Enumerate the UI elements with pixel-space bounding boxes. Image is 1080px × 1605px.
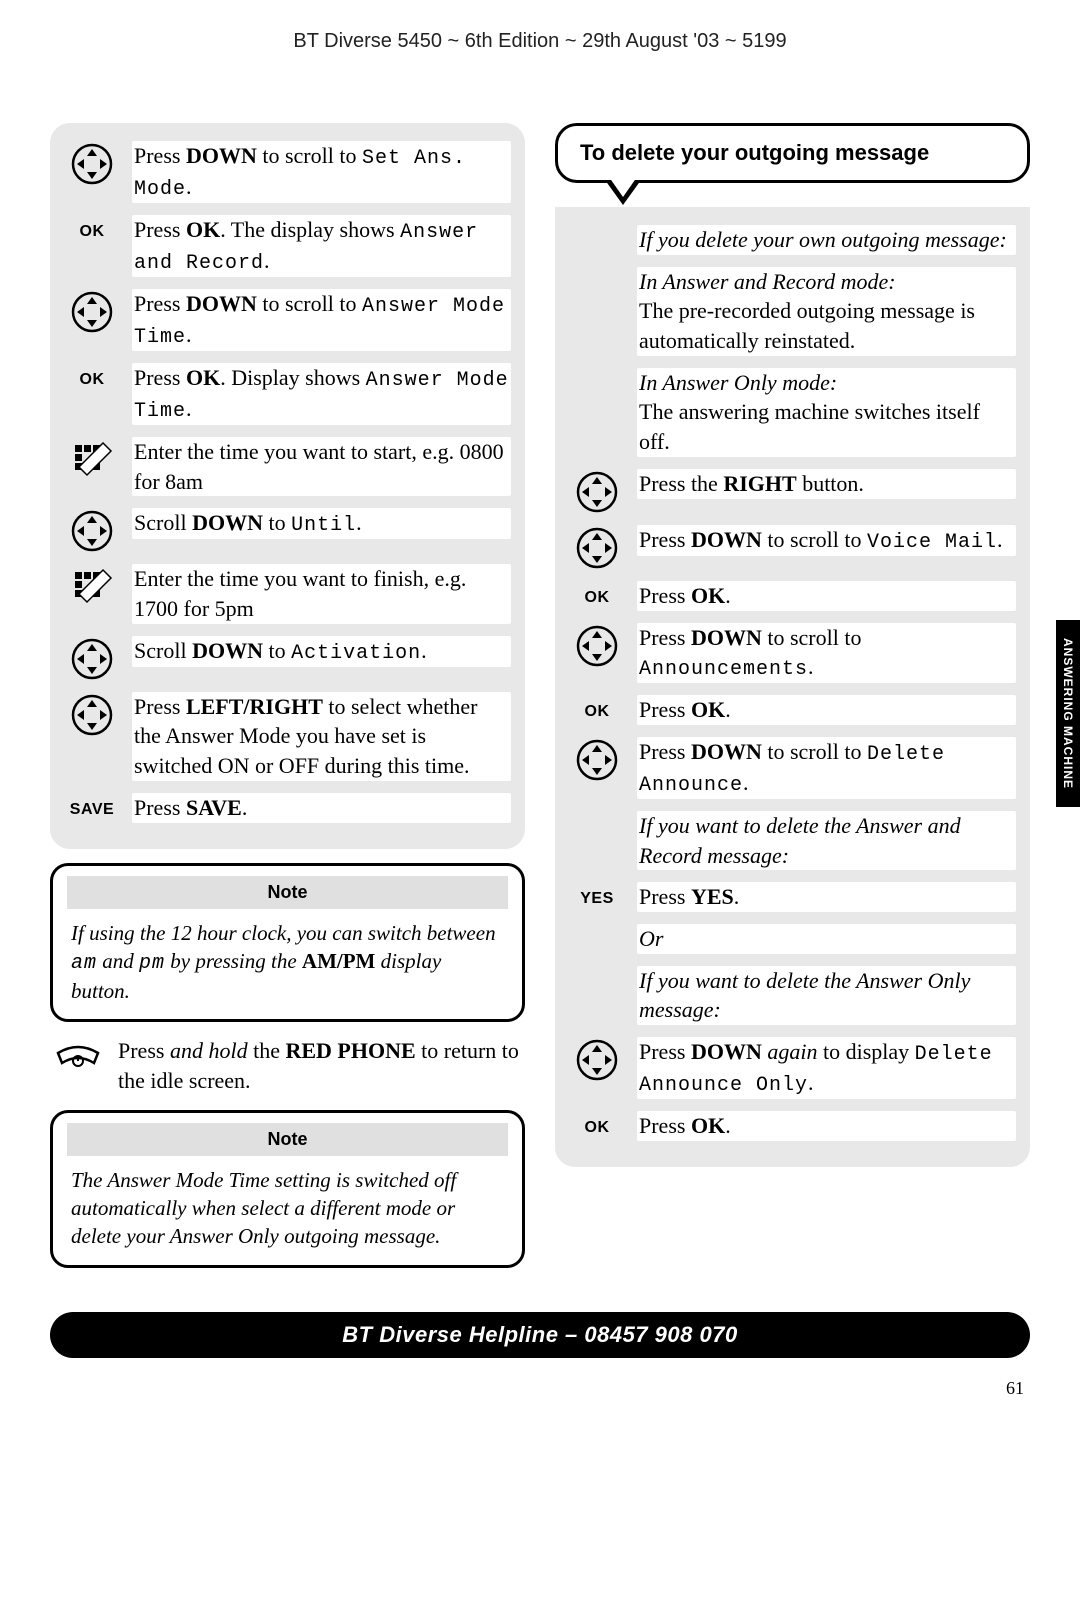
step-text: Enter the time you want to finish, e.g. …	[132, 564, 511, 623]
hangup-step: Press and hold the RED PHONE to return t…	[50, 1036, 525, 1095]
page-number: 61	[50, 1378, 1030, 1399]
content-columns: Press DOWN to scroll to Set Ans. Mode. O…	[50, 123, 1030, 1282]
step-text: Scroll DOWN to Until.	[132, 508, 511, 539]
page-header: BT Diverse 5450 ~ 6th Edition ~ 29th Aug…	[50, 30, 1030, 53]
step-text: Press LEFT/RIGHT to select whether the A…	[132, 692, 511, 781]
note-body: If using the 12 hour clock, you can swit…	[53, 919, 522, 1006]
keypad-icon	[71, 566, 113, 608]
nav-icon	[576, 739, 618, 781]
step-text: Press DOWN to scroll to Announcements.	[637, 623, 1016, 684]
page: BT Diverse 5450 ~ 6th Edition ~ 29th Aug…	[0, 0, 1080, 1439]
step-text: Press the RIGHT button.	[637, 469, 1016, 499]
step: OK Press OK.	[565, 575, 1020, 617]
step-text: Press DOWN to scroll to Delete Announce.	[637, 737, 1016, 799]
step-text: In Answer Only mode: The answering machi…	[637, 368, 1016, 457]
step: OK Press OK.	[565, 689, 1020, 731]
callout-tail	[555, 183, 1030, 213]
note-box: Note If using the 12 hour clock, you can…	[50, 863, 525, 1023]
step-text: Press OK.	[637, 581, 1016, 611]
note-box: Note The Answer Mode Time setting is swi…	[50, 1110, 525, 1268]
step-text: Enter the time you want to start, e.g. 0…	[132, 437, 511, 496]
helpline-footer: BT Diverse Helpline – 08457 908 070	[50, 1312, 1030, 1358]
info-text: If you want to delete the Answer and Rec…	[565, 805, 1020, 876]
step: OK Press OK. The display shows Answer an…	[60, 209, 515, 283]
step: Enter the time you want to start, e.g. 0…	[60, 431, 515, 502]
step-text: If you want to delete the Answer Only me…	[637, 966, 1016, 1025]
nav-icon	[576, 471, 618, 513]
step-text: Press OK. The display shows Answer and R…	[132, 215, 511, 277]
step-text: Press DOWN to scroll to Set Ans. Mode.	[132, 141, 511, 203]
step: OK Press OK. Display shows Answer Mode T…	[60, 357, 515, 431]
step-text: If you want to delete the Answer and Rec…	[637, 811, 1016, 870]
step: Press DOWN again to display Delete Annou…	[565, 1031, 1020, 1105]
step-text: Press DOWN to scroll to Answer Mode Time…	[132, 289, 511, 351]
nav-icon	[576, 1039, 618, 1081]
step-text: Press DOWN to scroll to Voice Mail.	[637, 525, 1016, 556]
nav-icon	[576, 625, 618, 667]
step: Scroll DOWN to Activation.	[60, 630, 515, 686]
keypad-icon	[71, 439, 113, 481]
note-title: Note	[67, 1123, 508, 1156]
step: SAVE Press SAVE.	[60, 787, 515, 829]
step-text: Press OK.	[637, 695, 1016, 725]
step: Press DOWN to scroll to Announcements.	[565, 617, 1020, 690]
step-text: Press DOWN again to display Delete Annou…	[637, 1037, 1016, 1099]
right-column: To delete your outgoing message If you d…	[555, 123, 1030, 1282]
step: Press DOWN to scroll to Set Ans. Mode.	[60, 135, 515, 209]
step: Press DOWN to scroll to Answer Mode Time…	[60, 283, 515, 357]
right-steps-panel: If you delete your own outgoing message:…	[555, 207, 1030, 1167]
nav-icon	[71, 694, 113, 736]
step: OK Press OK.	[565, 1105, 1020, 1147]
nav-icon	[71, 510, 113, 552]
left-column: Press DOWN to scroll to Set Ans. Mode. O…	[50, 123, 525, 1282]
info-text: If you delete your own outgoing message:	[565, 219, 1020, 261]
step-text: Press OK. Display shows Answer Mode Time…	[132, 363, 511, 425]
nav-icon	[576, 527, 618, 569]
step-text: Or	[637, 924, 1016, 954]
note-title: Note	[67, 876, 508, 909]
step: Scroll DOWN to Until.	[60, 502, 515, 558]
info-text: Or	[565, 918, 1020, 960]
yes-label: YES	[580, 884, 614, 908]
step: YES Press YES.	[565, 876, 1020, 918]
step: Press DOWN to scroll to Voice Mail.	[565, 519, 1020, 575]
step-text: If you delete your own outgoing message:	[637, 225, 1016, 255]
ok-label: OK	[585, 697, 610, 721]
save-label: SAVE	[70, 795, 114, 819]
ok-label: OK	[585, 583, 610, 607]
info-text: In Answer Only mode: The answering machi…	[565, 362, 1020, 463]
step: Enter the time you want to finish, e.g. …	[60, 558, 515, 629]
step-text: Press OK.	[637, 1111, 1016, 1141]
step-text: Scroll DOWN to Activation.	[132, 636, 511, 667]
step: Press the RIGHT button.	[565, 463, 1020, 519]
nav-icon	[71, 638, 113, 680]
phone-icon	[52, 1036, 104, 1078]
step: Press DOWN to scroll to Delete Announce.	[565, 731, 1020, 805]
ok-label: OK	[585, 1113, 610, 1137]
step-text: In Answer and Record mode: The pre-recor…	[637, 267, 1016, 356]
nav-icon	[71, 291, 113, 333]
step-text: Press and hold the RED PHONE to return t…	[118, 1036, 525, 1095]
step-text: Press SAVE.	[132, 793, 511, 823]
info-text: In Answer and Record mode: The pre-recor…	[565, 261, 1020, 362]
section-tab: ANSWERING MACHINE	[1056, 620, 1080, 807]
ok-label: OK	[80, 217, 105, 241]
info-text: If you want to delete the Answer Only me…	[565, 960, 1020, 1031]
note-body: The Answer Mode Time setting is switched…	[53, 1166, 522, 1251]
step: Press LEFT/RIGHT to select whether the A…	[60, 686, 515, 787]
nav-icon	[71, 143, 113, 185]
ok-label: OK	[80, 365, 105, 389]
left-steps-panel: Press DOWN to scroll to Set Ans. Mode. O…	[50, 123, 525, 849]
step-text: Press YES.	[637, 882, 1016, 912]
section-heading: To delete your outgoing message	[555, 123, 1030, 183]
